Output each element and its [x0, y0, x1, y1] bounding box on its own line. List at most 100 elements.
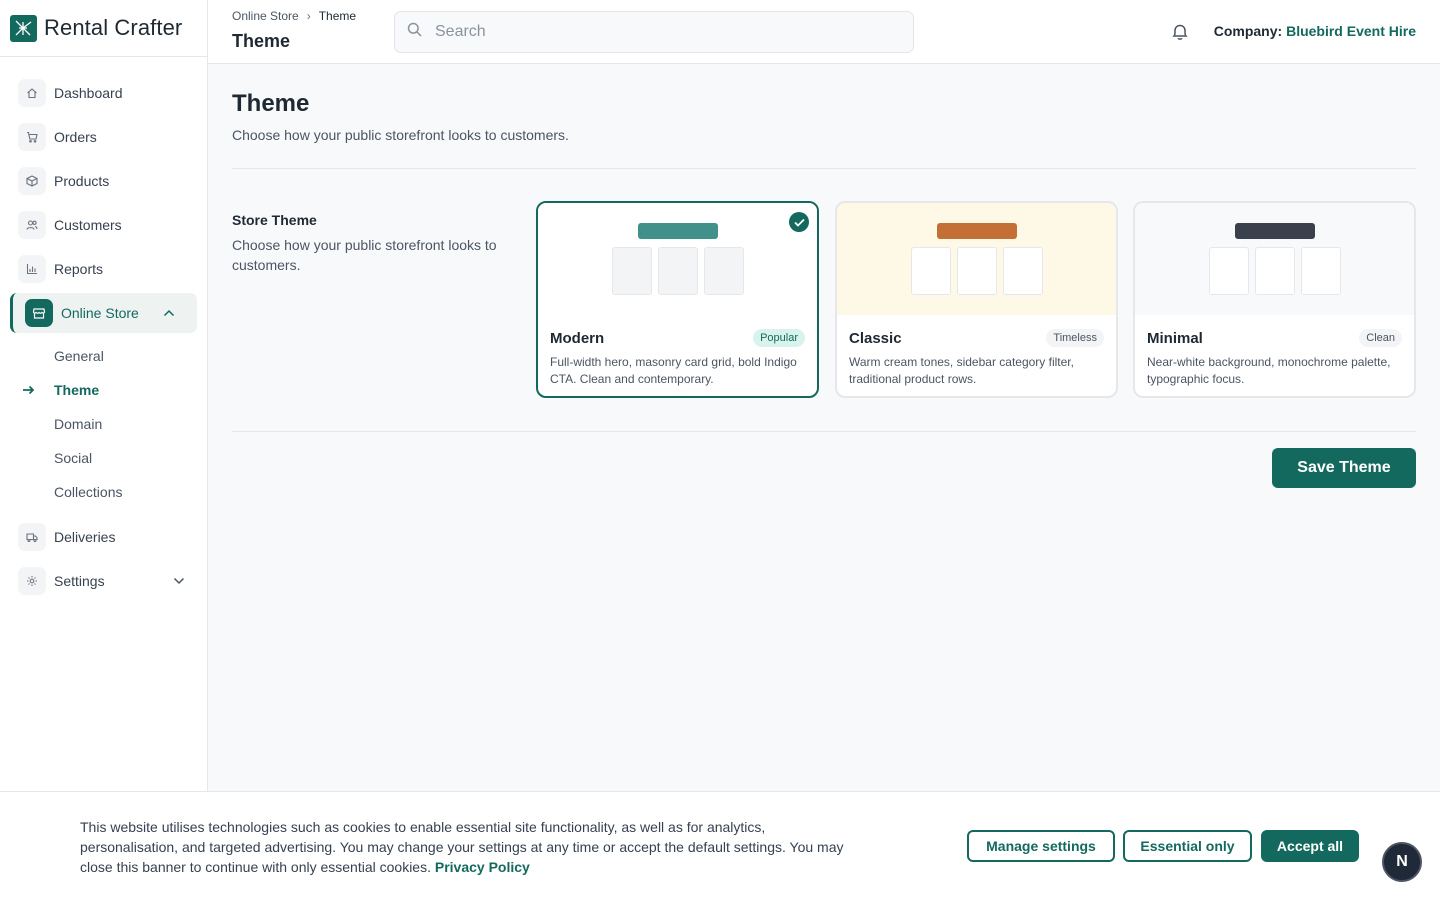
theme-card-minimal[interactable]: Minimal Clean Near-white background, mon…	[1133, 201, 1416, 398]
manage-settings-button[interactable]: Manage settings	[967, 830, 1115, 862]
online-store-submenu: General Theme Domain Social Collections	[0, 335, 207, 515]
sidebar-item-label: Online Store	[61, 305, 139, 321]
preview-card	[1208, 247, 1249, 295]
brand-name: Rental Crafter	[44, 15, 183, 40]
theme-preview	[538, 203, 817, 315]
brand[interactable]: Rental Crafter	[0, 0, 207, 57]
breadcrumb: Online Store › Theme	[232, 9, 356, 23]
submenu-item-social[interactable]: Social	[0, 441, 207, 475]
submenu-item-domain[interactable]: Domain	[0, 407, 207, 441]
sidebar-nav: Dashboard Orders Products Customers Repo…	[0, 57, 207, 603]
assistant-badge[interactable]: N	[1382, 842, 1422, 882]
theme-card-body: Modern Popular Full-width hero, masonry …	[538, 315, 817, 388]
top-header: Online Store › Theme Theme Company: Blue…	[208, 0, 1440, 64]
sidebar-item-label: Customers	[54, 217, 122, 233]
preview-cards	[611, 247, 744, 295]
preview-cards	[1208, 247, 1341, 295]
form-actions: Save Theme	[232, 432, 1416, 502]
cart-icon	[18, 123, 46, 151]
preview-header-bar	[637, 223, 718, 239]
sidebar-item-orders[interactable]: Orders	[0, 115, 207, 159]
store-theme-section: Store Theme Choose how your public store…	[232, 169, 1416, 431]
search-icon	[407, 22, 422, 42]
users-icon	[18, 211, 46, 239]
accept-all-button[interactable]: Accept all	[1261, 830, 1359, 862]
sidebar-item-products[interactable]: Products	[0, 159, 207, 203]
submenu-item-label: Domain	[54, 416, 103, 432]
submenu-item-label: Social	[54, 450, 93, 466]
section-label: Store Theme	[232, 212, 317, 228]
sidebar-item-label: Dashboard	[54, 85, 123, 101]
sidebar-item-label: Settings	[54, 573, 105, 589]
sidebar-item-label: Orders	[54, 129, 97, 145]
preview-card	[611, 247, 652, 295]
bell-icon[interactable]	[1170, 22, 1190, 47]
save-theme-button[interactable]: Save Theme	[1272, 448, 1416, 488]
store-icon	[25, 299, 53, 327]
privacy-policy-link[interactable]: Privacy Policy	[435, 859, 530, 875]
submenu-item-label: Theme	[54, 382, 100, 398]
submenu-item-collections[interactable]: Collections	[0, 475, 207, 509]
sidebar-item-deliveries[interactable]: Deliveries	[0, 515, 207, 559]
preview-card	[1254, 247, 1295, 295]
sidebar-item-label: Products	[54, 173, 110, 189]
cookie-text: This website utilises technologies such …	[80, 817, 860, 877]
search-box[interactable]	[394, 11, 914, 53]
section-description: Choose how your public storefront looks …	[232, 237, 497, 273]
company-selector[interactable]: Company: Bluebird Event Hire	[1214, 23, 1416, 39]
cookie-banner: This website utilises technologies such …	[0, 791, 1440, 900]
sidebar-item-dashboard[interactable]: Dashboard	[0, 71, 207, 115]
header-title: Theme	[232, 31, 291, 51]
truck-icon	[18, 523, 46, 551]
brand-logo-icon	[10, 14, 37, 42]
preview-card	[956, 247, 997, 295]
theme-name: Minimal	[1147, 329, 1203, 347]
preview-card	[703, 247, 744, 295]
preview-cards	[910, 247, 1043, 295]
preview-header-bar	[936, 223, 1017, 239]
theme-name: Modern	[550, 329, 605, 347]
theme-preview	[837, 203, 1116, 315]
theme-card-body: Classic Timeless Warm cream tones, sideb…	[837, 315, 1116, 388]
page-subtitle: Choose how your public storefront looks …	[232, 127, 569, 143]
theme-badge: Timeless	[1046, 329, 1104, 347]
submenu-item-label: General	[54, 348, 104, 364]
home-icon	[18, 79, 46, 107]
essential-only-button[interactable]: Essential only	[1123, 830, 1252, 862]
theme-card-modern[interactable]: Modern Popular Full-width hero, masonry …	[536, 201, 819, 398]
preview-card	[1002, 247, 1043, 295]
preview-header-bar	[1234, 223, 1315, 239]
main-content: Theme Choose how your public storefront …	[232, 64, 1416, 502]
theme-description: Warm cream tones, sidebar category filte…	[849, 355, 1074, 386]
sidebar: Rental Crafter Dashboard Orders Products…	[0, 0, 208, 900]
sidebar-item-label: Deliveries	[54, 529, 116, 545]
chevron-down-icon	[173, 572, 185, 590]
company-label: Company:	[1213, 23, 1283, 39]
theme-badge: Clean	[1359, 329, 1402, 347]
gear-icon	[18, 567, 46, 595]
theme-description: Near-white background, monochrome palett…	[1147, 355, 1391, 386]
preview-card	[657, 247, 698, 295]
theme-card-body: Minimal Clean Near-white background, mon…	[1135, 315, 1414, 388]
theme-preview	[1135, 203, 1414, 315]
theme-card-classic[interactable]: Classic Timeless Warm cream tones, sideb…	[835, 201, 1118, 398]
preview-card	[910, 247, 951, 295]
sidebar-item-reports[interactable]: Reports	[0, 247, 207, 291]
sidebar-item-online-store[interactable]: Online Store	[10, 293, 197, 333]
bar-chart-icon	[18, 255, 46, 283]
arrow-right-icon	[22, 382, 35, 398]
chevron-right-icon: ›	[306, 9, 311, 23]
page-title: Theme	[232, 90, 310, 117]
breadcrumb-current: Theme	[318, 9, 357, 23]
submenu-item-general[interactable]: General	[0, 339, 207, 373]
theme-badge: Popular	[753, 329, 805, 347]
sidebar-item-settings[interactable]: Settings	[0, 559, 207, 603]
theme-name: Classic	[849, 329, 902, 347]
submenu-item-theme[interactable]: Theme	[0, 373, 207, 407]
sidebar-item-label: Reports	[54, 261, 104, 277]
box-icon	[18, 167, 46, 195]
search-input[interactable]	[435, 23, 875, 41]
sidebar-item-customers[interactable]: Customers	[0, 203, 207, 247]
chevron-up-icon	[163, 304, 175, 322]
breadcrumb-item[interactable]: Online Store	[232, 9, 299, 23]
